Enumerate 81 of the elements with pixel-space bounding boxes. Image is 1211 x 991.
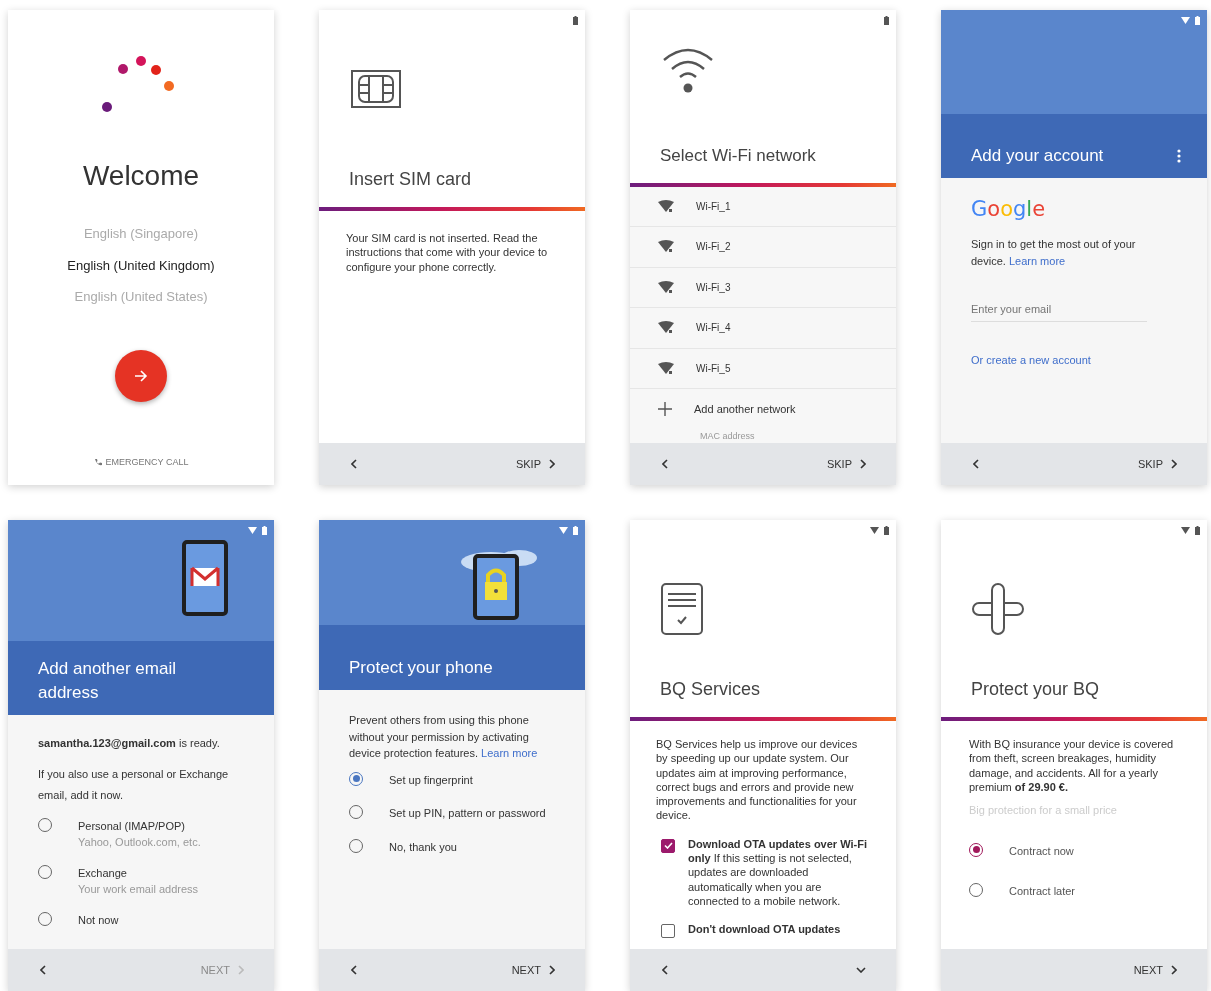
language-option[interactable]: English (United Kingdom) bbox=[61, 254, 221, 276]
next-button[interactable]: NEXT bbox=[1131, 959, 1179, 981]
checkbox-label: Don't download OTA updates bbox=[688, 922, 841, 938]
arrow-right-icon bbox=[134, 369, 148, 382]
wifi-signal-icon bbox=[658, 199, 674, 213]
chevron-left-icon bbox=[40, 965, 46, 975]
option-label: Contract later bbox=[1009, 884, 1076, 900]
chevron-left-icon bbox=[351, 965, 357, 975]
description-text: BQ Services help us improve our devices by speeding up our update system. Our updates aim at improving performance, correct bugs and errors and provide new improvements and functionalities for your device. bbox=[656, 737, 859, 823]
description-text: With BQ insurance your device is covered from theft, screen breakages, humidity damage, and accidents. All for a yearly premium of 29.90 €. bbox=[969, 737, 1175, 795]
chevron-right-icon bbox=[238, 965, 244, 975]
plus-icon bbox=[658, 402, 672, 417]
screen-title: Protect your phone bbox=[348, 657, 494, 680]
next-button[interactable]: NEXT bbox=[509, 959, 557, 981]
screen-title: Insert SIM card bbox=[349, 168, 473, 191]
option-label: Contract now bbox=[1009, 843, 1074, 859]
chevron-right-icon bbox=[1171, 965, 1177, 975]
battery-icon bbox=[573, 525, 578, 535]
chevron-right-icon bbox=[860, 459, 866, 469]
option-description: Your work email address bbox=[78, 882, 199, 898]
account-ready-text: samantha.123@gmail.com is ready. bbox=[38, 736, 221, 751]
screen-title: Protect your BQ bbox=[971, 678, 1101, 701]
wifi-signal-icon bbox=[658, 361, 674, 375]
emergency-call-link[interactable]: EMERGENCY CALL bbox=[91, 453, 191, 471]
sign-in-text: Sign in to get the most out of your device. Learn more bbox=[971, 236, 1137, 270]
more-options-icon[interactable] bbox=[1177, 149, 1181, 164]
learn-more-link[interactable]: Learn more bbox=[1008, 255, 1066, 268]
screen-title: Add your account bbox=[971, 145, 1104, 168]
next-button[interactable]: SKIP bbox=[513, 453, 557, 475]
wifi-signal-icon bbox=[658, 240, 674, 254]
chevron-left-icon bbox=[662, 459, 668, 469]
checkbox-label: Download OTA updates over Wi-Fi only If this setting is not selected, updates are downloaded automatically when you are connected to a mobile network. bbox=[688, 836, 868, 909]
screen-title: Select Wi-Fi network bbox=[660, 145, 817, 167]
chevron-right-icon bbox=[549, 965, 555, 975]
option-description: Yahoo, Outlook.com, etc. bbox=[78, 835, 201, 851]
create-account-link[interactable]: Or create a new account bbox=[971, 352, 1147, 369]
description-text: Prevent others from using this phone without your permission by activating device protection features. Learn more bbox=[349, 713, 539, 761]
option-label: Set up fingerprint bbox=[389, 772, 473, 788]
checkbox[interactable] bbox=[661, 924, 675, 939]
chevron-left-icon bbox=[351, 459, 357, 469]
document-icon bbox=[660, 582, 704, 636]
email-field[interactable]: Enter your email bbox=[971, 296, 1147, 323]
sim-card-icon bbox=[349, 68, 403, 110]
chevron-left-icon bbox=[973, 459, 979, 469]
next-button[interactable]: SKIP bbox=[824, 453, 868, 475]
option-label: Not now bbox=[78, 912, 119, 928]
instruction-text: Your SIM card is not inserted. Read the instructions that come with your device to configure your phone correctly. bbox=[345, 231, 549, 274]
option-label: Exchange bbox=[78, 865, 128, 881]
back-button[interactable] bbox=[349, 963, 359, 977]
screen-title: BQ Services bbox=[660, 678, 762, 701]
learn-more-link[interactable]: Learn more bbox=[481, 747, 538, 759]
chevron-down-icon bbox=[856, 967, 866, 973]
chevron-left-icon bbox=[662, 965, 668, 975]
back-button[interactable] bbox=[660, 457, 670, 471]
battery-icon bbox=[884, 525, 889, 535]
plus-cross-icon bbox=[971, 582, 1025, 636]
start-button[interactable] bbox=[115, 349, 167, 402]
next-button[interactable]: SKIP bbox=[1135, 453, 1179, 475]
add-network-item[interactable]: Add another network bbox=[630, 389, 896, 430]
phone-icon bbox=[93, 458, 102, 467]
back-button[interactable] bbox=[660, 963, 670, 977]
chevron-right-icon bbox=[549, 459, 555, 469]
option-label: No, thank you bbox=[389, 839, 457, 855]
screen-title: Add another email address bbox=[37, 658, 177, 705]
wifi-signal-icon bbox=[658, 280, 674, 294]
scroll-down-button[interactable] bbox=[854, 965, 868, 975]
google-logo: Google bbox=[971, 196, 1047, 223]
battery-icon bbox=[262, 525, 267, 535]
instruction-text: If you also use a personal or Exchange email, add it now. bbox=[38, 766, 230, 803]
option-label: Personal (IMAP/POP) bbox=[78, 818, 186, 834]
option-label: Set up PIN, pattern or password bbox=[389, 806, 546, 821]
welcome-title: Welcome bbox=[82, 159, 200, 193]
wifi-signal-icon bbox=[658, 321, 674, 335]
battery-icon bbox=[1195, 15, 1200, 25]
battery-icon bbox=[1195, 525, 1200, 535]
checkbox[interactable] bbox=[661, 838, 675, 853]
back-button[interactable] bbox=[971, 457, 981, 471]
mac-address-label: MAC address bbox=[699, 429, 756, 443]
back-button[interactable] bbox=[349, 457, 359, 471]
checkmark-icon bbox=[663, 842, 673, 850]
chevron-right-icon bbox=[1171, 459, 1177, 469]
